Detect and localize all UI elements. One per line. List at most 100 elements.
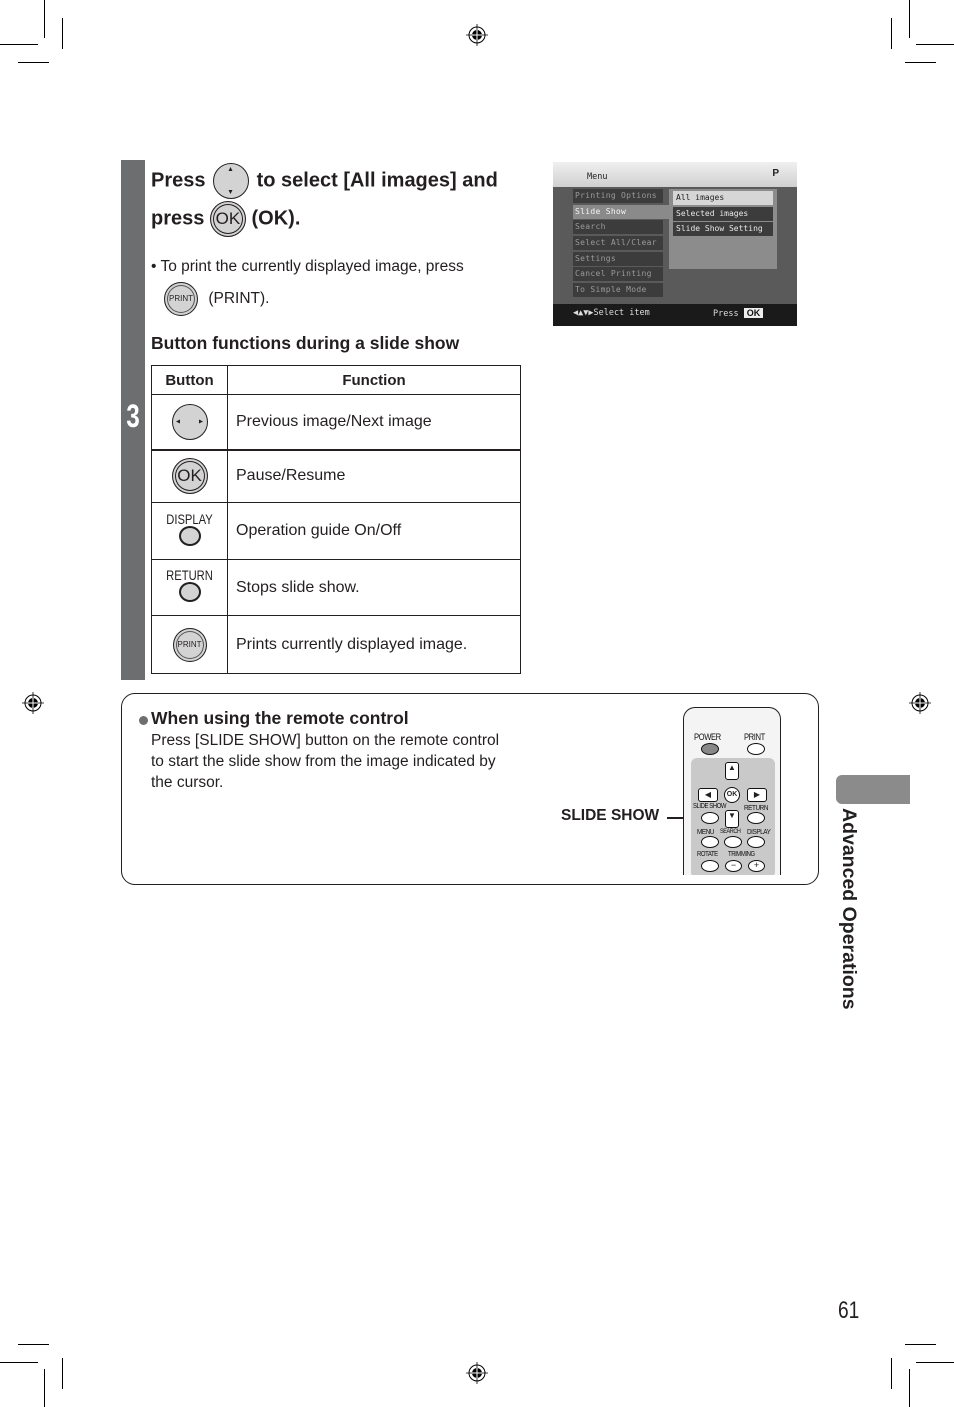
crop-mark	[891, 1358, 892, 1389]
screen-titlebar: Menu P	[553, 162, 797, 187]
remote-control-illustration: POWER PRINT ▲ ▼ ◀ ▶ OK SLIDE SHOW RETURN…	[683, 707, 781, 875]
button-cell: PRINT	[151, 615, 228, 674]
function-cell: Pause/Resume	[227, 449, 521, 503]
menu-button[interactable]	[701, 836, 719, 848]
heading-text: press	[151, 207, 205, 230]
up-arrow-button[interactable]: ▲	[725, 762, 739, 780]
submenu-item-selected[interactable]: All images	[673, 191, 773, 205]
button-cell: RETURN	[151, 559, 228, 616]
left-right-button-icon	[171, 403, 208, 440]
down-arrow-button[interactable]: ▼	[725, 810, 739, 828]
function-cell: Stops slide show.	[227, 559, 521, 616]
registration-mark-icon	[466, 24, 488, 46]
crop-mark	[18, 62, 49, 63]
section-tab	[836, 775, 910, 804]
print-line: PRINT (PRINT).	[164, 282, 269, 316]
header-function: Function	[227, 365, 521, 395]
table-row: RETURN Stops slide show.	[151, 559, 521, 616]
table-row: PRINT Prints currently displayed image.	[151, 615, 521, 674]
menu-item[interactable]: Settings	[573, 251, 663, 266]
section-tab-label: Advanced Operations	[838, 808, 860, 1010]
screen-hint-bar: ◀▲▼▶Select item Press OK	[553, 304, 797, 326]
display-label: DISPLAY	[747, 827, 771, 836]
trimming-label: TRIMMING	[728, 851, 755, 858]
submenu-item[interactable]: Slide Show Setting	[673, 222, 773, 237]
return-label: RETURN	[166, 567, 213, 583]
registration-mark-icon	[909, 692, 931, 714]
crop-mark	[18, 1344, 49, 1345]
display-button[interactable]	[747, 836, 765, 848]
heading-text: Press	[151, 169, 206, 192]
button-cell	[151, 394, 228, 450]
crop-mark	[44, 0, 45, 38]
slideshow-label: SLIDE SHOW	[693, 803, 727, 810]
print-suffix: (PRINT).	[208, 290, 270, 308]
step-number: 3	[126, 398, 140, 434]
registration-mark-icon	[466, 1362, 488, 1384]
table-row: DISPLAY Operation guide On/Off	[151, 502, 521, 560]
function-cell: Operation guide On/Off	[227, 502, 521, 560]
slideshow-button[interactable]	[701, 812, 719, 824]
trimming-plus-button[interactable]: +	[748, 860, 765, 872]
bullet-note: • To print the currently displayed image…	[151, 257, 464, 277]
menu-item[interactable]: To Simple Mode	[573, 283, 663, 298]
return-label: RETURN	[744, 803, 769, 812]
hint-text: ◀▲▼▶Select item	[573, 308, 650, 318]
crop-mark	[62, 18, 63, 49]
crop-mark	[916, 44, 954, 45]
power-button[interactable]	[701, 743, 719, 755]
crop-mark	[909, 0, 910, 38]
ok-button-icon: OK	[171, 458, 208, 495]
print-button-icon: PRINT	[172, 627, 207, 662]
crop-mark	[905, 62, 936, 63]
button-function-table: Button Function Previous image/Next imag…	[151, 365, 521, 674]
display-label: DISPLAY	[166, 510, 213, 527]
page-number: 61	[838, 1297, 860, 1324]
print-label: PRINT	[744, 732, 765, 742]
remote-print-button[interactable]	[747, 743, 765, 755]
print-button-icon: PRINT	[164, 282, 198, 316]
trimming-minus-button[interactable]: −	[725, 860, 742, 872]
menu-item[interactable]: Select All/Clear	[573, 236, 663, 251]
screen-title: Menu	[587, 172, 608, 182]
menu-label: MENU	[697, 827, 715, 836]
table-header-row: Button Function	[151, 365, 521, 395]
menu-item[interactable]: Cancel Printing	[573, 267, 663, 282]
left-arrow-button[interactable]: ◀	[698, 788, 718, 802]
crop-mark	[0, 1362, 38, 1363]
step-heading-line1: Press to select [All images] and	[151, 163, 498, 199]
step-heading-line2: press OK (OK).	[151, 201, 300, 237]
note-title: When using the remote control	[151, 708, 409, 728]
heading-text: (OK).	[251, 207, 301, 230]
crop-mark	[891, 18, 892, 49]
ok-badge: OK	[743, 308, 764, 318]
crop-mark	[62, 1358, 63, 1389]
crop-mark	[905, 1344, 936, 1345]
rotate-button[interactable]	[701, 860, 719, 872]
search-label: SEARCH	[720, 828, 741, 835]
function-cell: Prints currently displayed image.	[227, 615, 521, 674]
printer-icon: P	[772, 168, 779, 179]
heading-text: to select [All images] and	[256, 169, 498, 192]
up-down-button-icon	[213, 163, 250, 199]
submenu-item[interactable]: Selected images	[673, 206, 773, 221]
screen-menu: Printing Options Slide Show Search Selec…	[573, 189, 675, 299]
bullet-dot-icon	[139, 716, 148, 725]
remote-ok-button[interactable]: OK	[724, 787, 740, 803]
menu-item-selected[interactable]: Slide Show	[573, 204, 675, 219]
ok-button-icon: OK	[209, 201, 246, 237]
return-button-icon	[178, 582, 201, 602]
menu-item[interactable]: Printing Options	[573, 189, 663, 203]
press-label: Press	[713, 309, 739, 319]
right-arrow-button[interactable]: ▶	[747, 788, 767, 802]
slideshow-callout: SLIDE SHOW	[561, 807, 660, 824]
power-label: POWER	[694, 732, 721, 742]
note-body: Press [SLIDE SHOW] button on the remote …	[151, 732, 500, 791]
crop-mark	[916, 1362, 954, 1363]
table-title: Button functions during a slide show	[151, 333, 460, 353]
remote-return-button[interactable]	[747, 812, 765, 824]
search-button[interactable]	[724, 836, 742, 848]
table-row: OK Pause/Resume	[151, 449, 521, 503]
bullet-text: To print the currently displayed image, …	[160, 258, 464, 275]
menu-item[interactable]: Search	[573, 220, 663, 235]
